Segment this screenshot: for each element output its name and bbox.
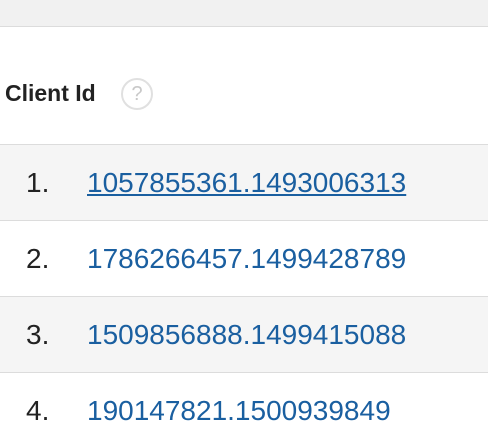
client-id-link[interactable]: 190147821.1500939849 bbox=[87, 395, 391, 427]
row-number: 4. bbox=[26, 395, 50, 426]
client-id-link[interactable]: 1057855361.1493006313 bbox=[87, 167, 406, 199]
client-id-link[interactable]: 1786266457.1499428789 bbox=[87, 243, 406, 275]
table-row: 3. 1509856888.1499415088 bbox=[0, 297, 488, 373]
row-number: 3. bbox=[26, 319, 50, 350]
client-id-column-header[interactable]: Client Id bbox=[5, 79, 96, 107]
table-header: Client Id ? bbox=[0, 27, 488, 145]
client-id-link[interactable]: 1509856888.1499415088 bbox=[87, 319, 406, 351]
row-number: 1. bbox=[26, 167, 50, 198]
help-icon[interactable]: ? bbox=[121, 78, 153, 110]
table-row: 4. 190147821.1500939849 bbox=[0, 373, 488, 436]
row-number: 2. bbox=[26, 243, 50, 274]
table-row: 1. 1057855361.1493006313 bbox=[0, 145, 488, 221]
table-row: 2. 1786266457.1499428789 bbox=[0, 221, 488, 297]
table-top-band bbox=[0, 0, 488, 27]
